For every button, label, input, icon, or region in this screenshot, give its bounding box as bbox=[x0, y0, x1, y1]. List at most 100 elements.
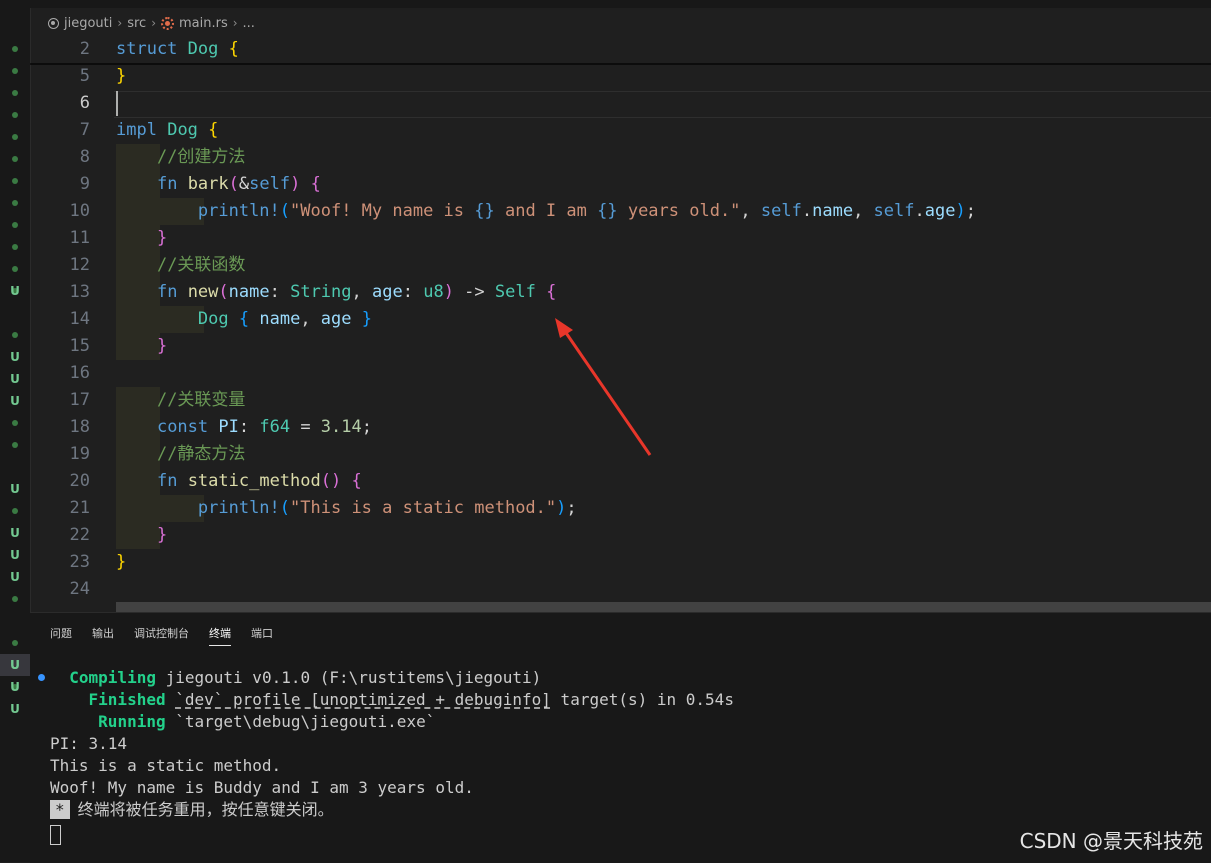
watermark: CSDN @景天科技苑 bbox=[1019, 829, 1203, 853]
code-token: } bbox=[116, 66, 127, 86]
code-token: : bbox=[238, 417, 260, 437]
code-token: } bbox=[116, 552, 127, 572]
code-line[interactable]: 7 impl Dog { bbox=[30, 117, 1211, 144]
code-token: ( bbox=[279, 201, 291, 221]
code-text: } bbox=[116, 333, 167, 360]
code-token: {} bbox=[474, 201, 495, 221]
code-line[interactable]: 23} bbox=[30, 549, 1211, 576]
code-token: //关联函数 bbox=[156, 255, 246, 275]
panel-tab[interactable]: 调试控制台 bbox=[134, 625, 189, 646]
code-token: ; bbox=[965, 201, 976, 221]
breadcrumb-file[interactable]: main.rs bbox=[179, 16, 228, 31]
terminal-output[interactable]: Compiling jiegouti v0.1.0 (F:\rustitems\… bbox=[50, 667, 734, 845]
change-dot bbox=[0, 258, 30, 280]
code-line[interactable]: 18 const PI: f64 = 3.14; bbox=[30, 414, 1211, 441]
code-line[interactable]: 13 fn new(name: String, age: u8) -> Self… bbox=[30, 279, 1211, 306]
breadcrumb-folder[interactable]: src bbox=[127, 16, 146, 31]
code-token: 3.14 bbox=[320, 417, 362, 437]
code-token: //创建方法 bbox=[156, 147, 246, 167]
code-line[interactable]: 11 } bbox=[30, 225, 1211, 252]
untracked-marker: U bbox=[0, 544, 30, 566]
task-reuse-message: 终端将被任务重用，按任意键关闭。 bbox=[77, 800, 334, 819]
dot-icon bbox=[12, 112, 18, 118]
panel-tab[interactable]: 端口 bbox=[251, 625, 273, 646]
code-line[interactable]: 5} bbox=[30, 63, 1211, 90]
code-token: //静态方法 bbox=[156, 444, 246, 464]
line-number: 24 bbox=[69, 579, 90, 599]
change-dot bbox=[0, 324, 30, 346]
code-token: ( bbox=[228, 174, 239, 194]
untracked-marker: U bbox=[0, 654, 30, 676]
code-token: fn bbox=[156, 282, 178, 302]
terminal-line: Finished `dev` profile [unoptimized + de… bbox=[88, 690, 734, 709]
panel-tab[interactable]: 输出 bbox=[92, 625, 114, 646]
panel-tab[interactable]: 问题 bbox=[50, 625, 72, 646]
code-line[interactable]: 6 bbox=[30, 90, 1211, 117]
panel-tab[interactable]: 终端 bbox=[209, 625, 231, 646]
code-line[interactable]: 12 //关联函数 bbox=[30, 252, 1211, 279]
line-number: 17 bbox=[69, 390, 90, 410]
code-line[interactable]: 17 //关联变量 bbox=[30, 387, 1211, 414]
line-number: 11 bbox=[69, 228, 90, 248]
code-line[interactable]: 9 fn bark(&self) { bbox=[30, 171, 1211, 198]
code-text: fn bark(&self) { bbox=[116, 171, 321, 198]
untracked-marker: U bbox=[0, 478, 30, 500]
task-reuse-marker: * bbox=[50, 800, 70, 819]
rust-file-icon bbox=[161, 16, 174, 30]
code-token: = bbox=[290, 417, 321, 437]
change-dot bbox=[0, 412, 30, 434]
code-line[interactable]: 22 } bbox=[30, 522, 1211, 549]
code-token: : bbox=[269, 282, 291, 302]
change-dot bbox=[0, 632, 30, 654]
code-line[interactable]: 8 //创建方法 bbox=[30, 144, 1211, 171]
code-editor[interactable]: 2 struct Dog {5} 6 7 impl Dog {8 //创建方法 9 fn … bbox=[30, 36, 1211, 612]
code-line[interactable]: 15 } bbox=[30, 333, 1211, 360]
dot-icon bbox=[12, 156, 18, 162]
breadcrumb-project[interactable]: jiegouti bbox=[64, 16, 112, 31]
code-token: println! bbox=[197, 201, 280, 221]
code-line[interactable]: 24 bbox=[30, 576, 1211, 603]
code-token: String bbox=[290, 282, 352, 302]
code-token: ( bbox=[218, 282, 229, 302]
code-line[interactable]: 16 bbox=[30, 360, 1211, 387]
untracked-label: U bbox=[10, 680, 20, 694]
code-token: struct bbox=[116, 39, 178, 59]
code-line[interactable]: 2 struct Dog { bbox=[30, 36, 1211, 63]
code-token: f64 bbox=[259, 417, 291, 437]
code-token: fn bbox=[156, 174, 178, 194]
dot-icon bbox=[12, 68, 18, 74]
untracked-marker: U bbox=[0, 346, 30, 368]
horizontal-scrollbar[interactable] bbox=[116, 602, 1211, 612]
code-token: { bbox=[351, 471, 362, 491]
code-line[interactable]: 21 println!("This is a static method."); bbox=[30, 495, 1211, 522]
code-line[interactable]: 20 fn static_method() { bbox=[30, 468, 1211, 495]
line-number: 23 bbox=[69, 552, 90, 572]
code-token: bark bbox=[187, 174, 229, 194]
line-number: 5 bbox=[79, 66, 90, 86]
terminal-line: Compiling jiegouti v0.1.0 (F:\rustitems\… bbox=[69, 668, 542, 687]
dot-icon bbox=[12, 178, 18, 184]
code-line[interactable]: 14 Dog { name, age } bbox=[30, 306, 1211, 333]
untracked-label: U bbox=[10, 570, 20, 584]
editor-tab-strip[interactable] bbox=[30, 0, 1211, 8]
code-token: } bbox=[156, 336, 168, 356]
code-line[interactable]: 19 //静态方法 bbox=[30, 441, 1211, 468]
code-token: impl bbox=[116, 120, 157, 140]
code-line[interactable]: 10 println!("Woof! My name is {} and I a… bbox=[30, 198, 1211, 225]
breadcrumb-symbol[interactable]: ... bbox=[243, 16, 255, 31]
code-token: Dog bbox=[197, 309, 229, 329]
line-number: 20 bbox=[69, 471, 90, 491]
code-token: name bbox=[812, 201, 854, 221]
breadcrumb: jiegouti › src › main.rs › ... bbox=[30, 10, 1211, 36]
